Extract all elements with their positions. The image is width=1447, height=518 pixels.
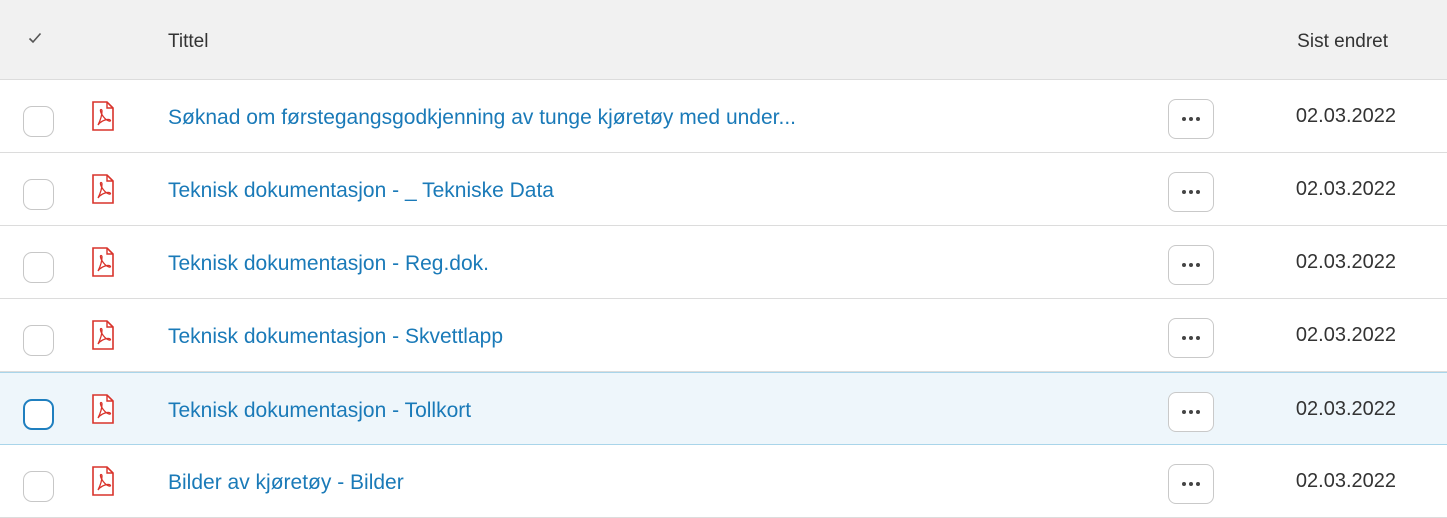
- row-checkbox[interactable]: [23, 325, 54, 356]
- more-options-button[interactable]: [1168, 318, 1214, 358]
- ellipsis-icon: [1182, 117, 1186, 121]
- pdf-file-icon: [90, 320, 116, 350]
- ellipsis-dot: [1196, 482, 1200, 486]
- ellipsis-dot: [1189, 263, 1193, 267]
- document-title-link[interactable]: Bilder av kjøretøy - Bilder: [168, 471, 404, 495]
- ellipsis-icon: [1182, 410, 1186, 414]
- row-checkbox[interactable]: [23, 471, 54, 502]
- column-header-last-modified[interactable]: Sist endret: [1297, 31, 1388, 53]
- table-body: Søknad om førstegangsgodkjenning av tung…: [0, 80, 1447, 518]
- checkmark-icon[interactable]: [28, 31, 42, 45]
- document-title-link[interactable]: Teknisk dokumentasjon - Tollkort: [168, 399, 471, 423]
- ellipsis-dot: [1196, 190, 1200, 194]
- document-table: Tittel Sist endret Søknad om førstegangs…: [0, 0, 1447, 518]
- more-options-button[interactable]: [1168, 245, 1214, 285]
- row-checkbox[interactable]: [23, 179, 54, 210]
- document-title-link[interactable]: Søknad om førstegangsgodkjenning av tung…: [168, 106, 796, 130]
- pdf-file-icon: [90, 247, 116, 277]
- table-row: Teknisk dokumentasjon - Reg.dok. 02.03.2…: [0, 226, 1447, 299]
- table-row: Bilder av kjøretøy - Bilder 02.03.2022: [0, 445, 1447, 518]
- table-row: Søknad om førstegangsgodkjenning av tung…: [0, 80, 1447, 153]
- ellipsis-dot: [1196, 117, 1200, 121]
- ellipsis-icon: [1182, 190, 1186, 194]
- last-modified-date: 02.03.2022: [1295, 324, 1396, 346]
- pdf-file-icon: [90, 101, 116, 131]
- last-modified-date: 02.03.2022: [1295, 470, 1396, 492]
- document-title-link[interactable]: Teknisk dokumentasjon - Reg.dok.: [168, 252, 489, 276]
- table-row: Teknisk dokumentasjon - Tollkort 02.03.2…: [0, 372, 1447, 445]
- ellipsis-dot: [1196, 410, 1200, 414]
- ellipsis-dot: [1189, 410, 1193, 414]
- document-title-link[interactable]: Teknisk dokumentasjon - _ Tekniske Data: [168, 179, 554, 203]
- row-checkbox[interactable]: [23, 399, 54, 430]
- ellipsis-dot: [1189, 117, 1193, 121]
- ellipsis-dot: [1189, 190, 1193, 194]
- last-modified-date: 02.03.2022: [1295, 251, 1396, 273]
- table-row: Teknisk dokumentasjon - _ Tekniske Data …: [0, 153, 1447, 226]
- row-checkbox[interactable]: [23, 252, 54, 283]
- table-header: Tittel Sist endret: [0, 0, 1447, 80]
- more-options-button[interactable]: [1168, 172, 1214, 212]
- pdf-file-icon: [90, 394, 116, 424]
- ellipsis-icon: [1182, 263, 1186, 267]
- last-modified-date: 02.03.2022: [1295, 105, 1396, 127]
- table-row: Teknisk dokumentasjon - Skvettlapp 02.03…: [0, 299, 1447, 372]
- last-modified-date: 02.03.2022: [1295, 178, 1396, 200]
- ellipsis-dot: [1189, 336, 1193, 340]
- ellipsis-icon: [1182, 336, 1186, 340]
- pdf-file-icon: [90, 466, 116, 496]
- document-title-link[interactable]: Teknisk dokumentasjon - Skvettlapp: [168, 325, 503, 349]
- more-options-button[interactable]: [1168, 99, 1214, 139]
- ellipsis-dot: [1196, 336, 1200, 340]
- row-checkbox[interactable]: [23, 106, 54, 137]
- more-options-button[interactable]: [1168, 392, 1214, 432]
- ellipsis-icon: [1182, 482, 1186, 486]
- pdf-file-icon: [90, 174, 116, 204]
- column-header-title[interactable]: Tittel: [168, 31, 208, 53]
- last-modified-date: 02.03.2022: [1295, 398, 1396, 420]
- ellipsis-dot: [1196, 263, 1200, 267]
- more-options-button[interactable]: [1168, 464, 1214, 504]
- ellipsis-dot: [1189, 482, 1193, 486]
